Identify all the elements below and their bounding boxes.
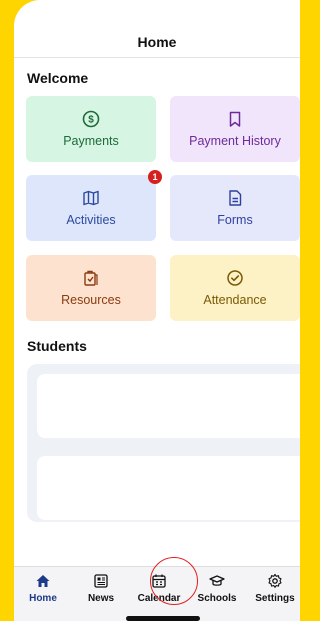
page-title: Home <box>137 34 177 50</box>
welcome-heading: Welcome <box>27 70 89 86</box>
payments-tile[interactable]: $ Payments <box>26 96 156 162</box>
home-indicator <box>126 616 200 621</box>
payments-label: Payments <box>63 134 119 148</box>
svg-text:$: $ <box>88 115 94 126</box>
tab-news-label: News <box>87 593 115 604</box>
forms-label: Forms <box>217 213 253 227</box>
forms-tile[interactable]: Forms <box>170 175 300 241</box>
clipboard-icon <box>82 269 100 287</box>
calendar-highlight-annotation <box>150 557 198 605</box>
tab-schools[interactable]: Schools <box>192 573 242 604</box>
graduation-cap-icon <box>209 573 225 589</box>
payment-history-label: Payment History <box>189 134 281 148</box>
resources-tile[interactable]: Resources <box>26 255 156 321</box>
home-icon <box>35 573 51 589</box>
document-icon <box>226 189 244 207</box>
activities-tile[interactable]: Activities <box>26 175 156 241</box>
activities-badge: 1 <box>148 170 162 184</box>
students-list <box>27 364 300 522</box>
student-card[interactable] <box>37 374 300 438</box>
app-screen: Home Welcome $ Payments Payment History … <box>14 0 300 621</box>
bookmark-icon <box>226 110 244 128</box>
students-heading: Students <box>27 338 87 354</box>
nav-header: Home <box>14 29 300 58</box>
gear-icon <box>267 573 283 589</box>
tab-home[interactable]: Home <box>18 573 68 604</box>
tab-home-label: Home <box>29 593 57 604</box>
tab-schools-label: Schools <box>197 593 237 604</box>
resources-label: Resources <box>61 293 121 307</box>
tab-news[interactable]: News <box>76 573 126 604</box>
tab-settings-label: Settings <box>255 593 295 604</box>
tab-settings[interactable]: Settings <box>250 573 300 604</box>
newspaper-icon <box>93 573 109 589</box>
student-card[interactable] <box>37 456 300 520</box>
dollar-circle-icon: $ <box>82 110 100 128</box>
payment-history-tile[interactable]: Payment History <box>170 96 300 162</box>
attendance-label: Attendance <box>203 293 267 307</box>
map-icon <box>82 189 100 207</box>
attendance-tile[interactable]: Attendance <box>170 255 300 321</box>
check-circle-icon <box>226 269 244 287</box>
activities-label: Activities <box>66 213 116 227</box>
